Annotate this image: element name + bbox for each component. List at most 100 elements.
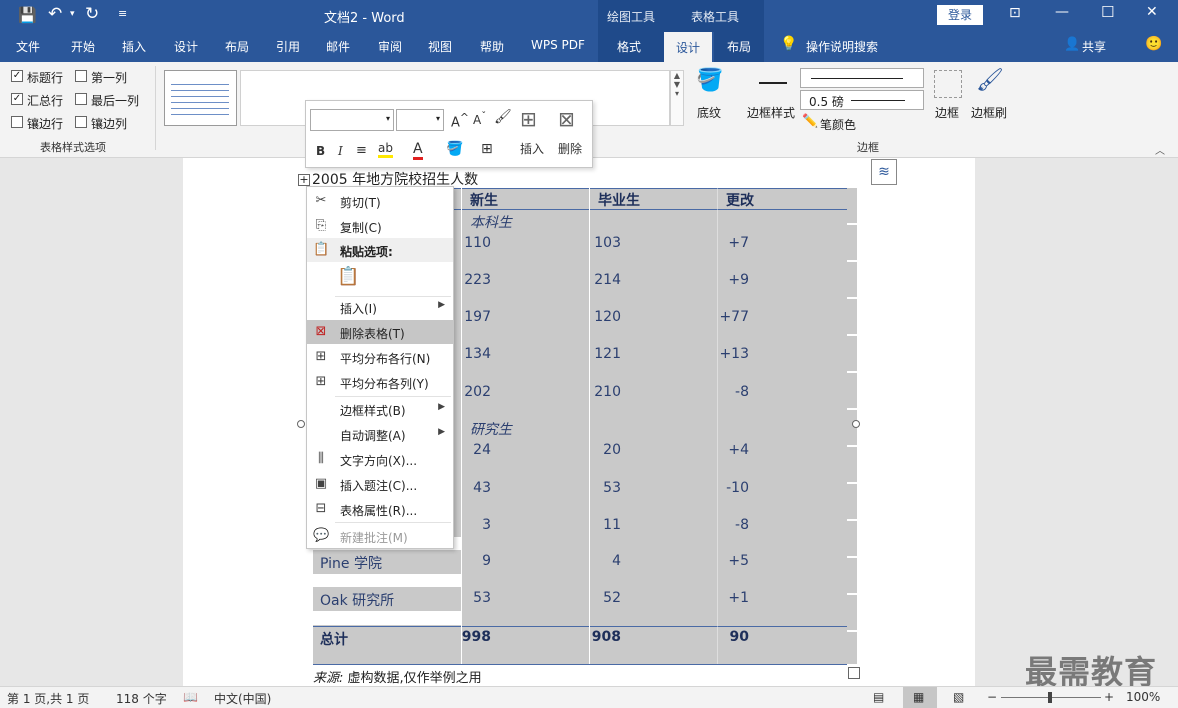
distribute-cols-icon: ⊞ [315, 374, 327, 389]
menu-insert-caption[interactable]: ▣ 插入题注(C)... [307, 472, 453, 496]
word-count[interactable]: 118 个字 [116, 690, 167, 707]
undo-icon[interactable]: ↶ [48, 4, 62, 24]
align-icon[interactable]: ≡ [356, 143, 367, 158]
resize-handle-left[interactable] [297, 420, 305, 428]
undergrad-cell: 202 [464, 384, 491, 400]
collapse-ribbon-icon[interactable]: ︿ [1155, 142, 1165, 157]
header-row-checkbox[interactable]: ✓ [11, 70, 23, 82]
menu-delete-table[interactable]: ⊠ 删除表格(T) [307, 320, 453, 344]
pen-color-label[interactable]: 笔颜色 [820, 116, 856, 133]
menu-distribute-rows[interactable]: ⊞ 平均分布各行(N) [307, 345, 453, 369]
page-count[interactable]: 第 1 页,共 1 页 [7, 690, 89, 707]
format-painter-icon[interactable]: 🖌 [494, 109, 512, 125]
grad-cell: 3 [482, 517, 491, 533]
print-layout-icon[interactable]: ▦ [913, 690, 924, 704]
tab-design[interactable]: 设计 [174, 38, 198, 55]
tab-insert[interactable]: 插入 [122, 38, 146, 55]
grad-cell: 24 [473, 442, 491, 458]
font-size-select[interactable]: ▾ [396, 109, 444, 131]
banded-cols-checkbox[interactable] [75, 116, 87, 128]
maximize-button[interactable]: ☐ [1101, 3, 1114, 21]
shrink-font-icon[interactable]: Aˇ [473, 111, 486, 127]
tab-table-design[interactable]: 设计 [664, 32, 713, 62]
first-col-checkbox[interactable] [75, 70, 87, 82]
font-name-select[interactable]: ▾ [310, 109, 394, 131]
save-icon[interactable]: 💾 [18, 6, 37, 24]
smiley-icon[interactable]: 🙂 [1145, 36, 1162, 52]
undergrad-cell: -8 [735, 384, 749, 400]
tab-view[interactable]: 视图 [428, 38, 452, 55]
menu-distribute-cols[interactable]: ⊞ 平均分布各列(Y) [307, 370, 453, 394]
delete-table-icon[interactable]: ⊠ [558, 107, 575, 131]
tab-home[interactable]: 开始 [71, 38, 95, 55]
menu-text-direction[interactable]: ⫼ 文字方向(X)... [307, 447, 453, 471]
tell-me-search[interactable]: 操作说明搜索 [806, 38, 878, 55]
highlight-icon[interactable]: ab [378, 141, 393, 158]
proofing-icon[interactable]: 📖 [183, 690, 198, 704]
grow-font-icon[interactable]: A^ [451, 111, 469, 130]
delete-label[interactable]: 删除 [558, 140, 582, 157]
menu-paste-keep[interactable]: 📋 [307, 265, 453, 293]
comment-icon: 💬 [313, 528, 330, 543]
table-style-thumbnail[interactable] [164, 70, 237, 126]
read-mode-icon[interactable]: ▤ [873, 690, 884, 704]
table-move-handle[interactable]: + [298, 174, 310, 186]
table-resize-handle[interactable] [848, 667, 860, 679]
menu-cut[interactable]: ✂ 剪切(T) [307, 189, 453, 213]
language[interactable]: 中文(中国) [214, 690, 271, 707]
pen-color-icon[interactable]: ✏️ [802, 114, 818, 129]
zoom-thumb[interactable] [1048, 692, 1052, 703]
menu-border-styles[interactable]: 边框样式(B) ▶ [307, 397, 453, 421]
pen-weight-select[interactable]: 0.5 磅 [800, 90, 924, 110]
shading-label[interactable]: 底纹 [697, 104, 721, 121]
shading-mini-icon[interactable]: 🪣 [446, 141, 463, 157]
tab-format[interactable]: 格式 [617, 38, 641, 55]
login-button[interactable]: 登录 [937, 5, 983, 25]
web-layout-icon[interactable]: ▧ [953, 690, 964, 704]
last-col-checkbox[interactable] [75, 93, 87, 105]
borders-label[interactable]: 边框 [935, 104, 959, 121]
tab-wps-pdf[interactable]: WPS PDF [531, 38, 585, 52]
banded-rows-checkbox[interactable] [11, 116, 23, 128]
tab-help[interactable]: 帮助 [480, 38, 504, 55]
oak-cell: +1 [728, 590, 749, 606]
borders-icon[interactable] [934, 70, 962, 98]
menu-insert[interactable]: 插入(I) ▶ [307, 295, 453, 319]
drawing-tools-label: 绘图工具 [607, 10, 656, 24]
menu-copy[interactable]: ⎘ 复制(C) [307, 214, 453, 238]
font-color-icon[interactable]: A [413, 141, 423, 160]
tab-table-layout[interactable]: 布局 [727, 38, 751, 55]
tab-review[interactable]: 审阅 [378, 38, 402, 55]
tab-layout[interactable]: 布局 [225, 38, 249, 55]
italic-button[interactable]: I [338, 144, 343, 158]
line-style-select[interactable] [800, 68, 924, 88]
customize-qat-icon[interactable]: ≡ [118, 7, 127, 20]
layout-options-icon[interactable]: ≋ [871, 159, 897, 185]
resize-handle-right[interactable] [852, 420, 860, 428]
bold-button[interactable]: B [316, 144, 325, 158]
close-button[interactable]: ✕ [1146, 4, 1158, 20]
border-styles-label[interactable]: 边框样式 [747, 104, 795, 121]
borders-mini-icon[interactable]: ⊞ [481, 141, 493, 157]
menu-table-properties[interactable]: ⊟ 表格属性(R)... [307, 497, 453, 521]
border-painter-icon[interactable]: 🖌 [976, 68, 1004, 93]
border-painter-label[interactable]: 边框刷 [971, 104, 1007, 121]
undo-dropdown-icon[interactable]: ▾ [70, 9, 75, 19]
minimize-button[interactable]: — [1055, 4, 1069, 20]
share-button[interactable]: 共享 [1082, 38, 1106, 55]
insert-table-icon[interactable]: ⊞ [520, 107, 537, 131]
border-style-preview[interactable] [759, 82, 787, 84]
tab-file[interactable]: 文件 [16, 38, 40, 55]
tab-mailings[interactable]: 邮件 [326, 38, 350, 55]
menu-autofit[interactable]: 自动调整(A) ▶ [307, 422, 453, 446]
gallery-scroll[interactable]: ▲ ▼ ▾ [670, 70, 684, 126]
zoom-in-button[interactable]: + [1104, 690, 1114, 704]
zoom-level[interactable]: 100% [1126, 690, 1160, 704]
total-row-checkbox[interactable]: ✓ [11, 93, 23, 105]
redo-icon[interactable]: ↻ [85, 4, 99, 24]
zoom-out-button[interactable]: − [987, 690, 997, 704]
ribbon-display-icon[interactable]: ⊡ [1009, 5, 1021, 21]
tab-references[interactable]: 引用 [276, 38, 300, 55]
shading-icon[interactable]: 🪣 [696, 68, 723, 93]
insert-label[interactable]: 插入 [520, 140, 544, 157]
